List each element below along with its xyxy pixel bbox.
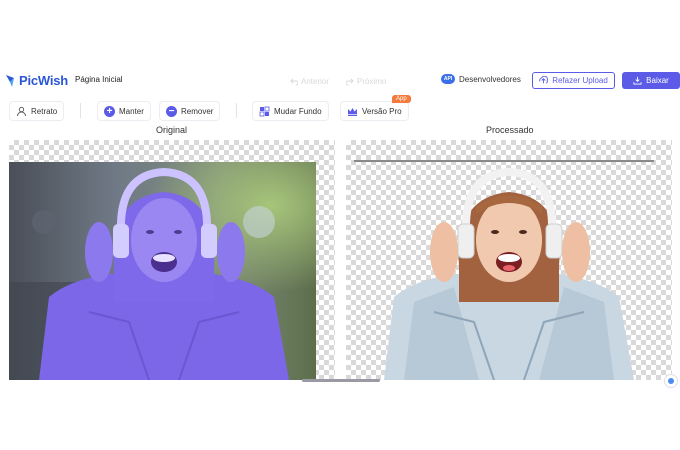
processed-canvas[interactable]: [346, 140, 672, 380]
developers-link[interactable]: API Desenvolvedores: [441, 74, 521, 84]
edit-toolbar: Retrato + Manter − Remover Mudar Fundo V…: [0, 95, 680, 123]
minus-icon: −: [166, 105, 177, 117]
reupload-button[interactable]: Refazer Upload: [532, 72, 615, 89]
chat-icon: [668, 378, 674, 384]
picwish-editor: PicWish Página Inicial Anterior Próximo …: [0, 0, 680, 450]
remove-brush-button[interactable]: − Remover: [159, 101, 221, 121]
original-label: Original: [156, 125, 188, 135]
change-background-button[interactable]: Mudar Fundo: [252, 101, 329, 121]
redo-label: Próximo: [357, 77, 387, 86]
download-label: Baixar: [646, 76, 669, 85]
person-icon: [17, 106, 26, 116]
picwish-logo-icon: [6, 74, 14, 87]
toolbar-divider: [236, 103, 237, 118]
original-photo: [9, 162, 316, 380]
home-link[interactable]: Página Inicial: [75, 75, 123, 84]
change-background-label: Mudar Fundo: [274, 106, 322, 116]
toolbar-divider: [80, 103, 81, 118]
portrait-label: Retrato: [31, 106, 58, 116]
undo-button[interactable]: Anterior: [290, 77, 329, 86]
redo-icon: [346, 78, 354, 85]
download-button[interactable]: Baixar: [622, 72, 680, 89]
crown-icon: [348, 107, 357, 116]
redo-button[interactable]: Próximo: [346, 77, 386, 86]
app-badge: App: [392, 95, 411, 103]
reupload-label: Refazer Upload: [552, 76, 608, 85]
download-icon: [633, 76, 642, 85]
keep-brush-button[interactable]: + Manter: [97, 101, 151, 121]
pro-version-label: Versão Pro: [362, 106, 402, 116]
remove-label: Remover: [181, 106, 214, 116]
developers-label: Desenvolvedores: [459, 74, 521, 84]
compare-scroll-handle[interactable]: [302, 379, 380, 382]
portrait-button[interactable]: Retrato: [9, 101, 65, 121]
api-icon: API: [441, 74, 455, 84]
plus-icon: +: [104, 105, 115, 117]
processed-photo: [384, 167, 634, 380]
processed-label: Processado: [486, 125, 534, 135]
brand-name: PicWish: [19, 73, 69, 88]
undo-label: Anterior: [301, 77, 330, 86]
pro-version-button[interactable]: Versão Pro: [340, 101, 409, 121]
original-canvas[interactable]: [9, 140, 335, 380]
help-button[interactable]: [664, 374, 678, 388]
keep-label: Manter: [119, 106, 144, 116]
brand-logo[interactable]: PicWish: [5, 73, 68, 88]
background-grid-icon: [259, 106, 270, 116]
undo-icon: [290, 78, 298, 85]
upload-icon: [539, 76, 549, 84]
top-bar: PicWish Página Inicial Anterior Próximo …: [0, 66, 680, 96]
